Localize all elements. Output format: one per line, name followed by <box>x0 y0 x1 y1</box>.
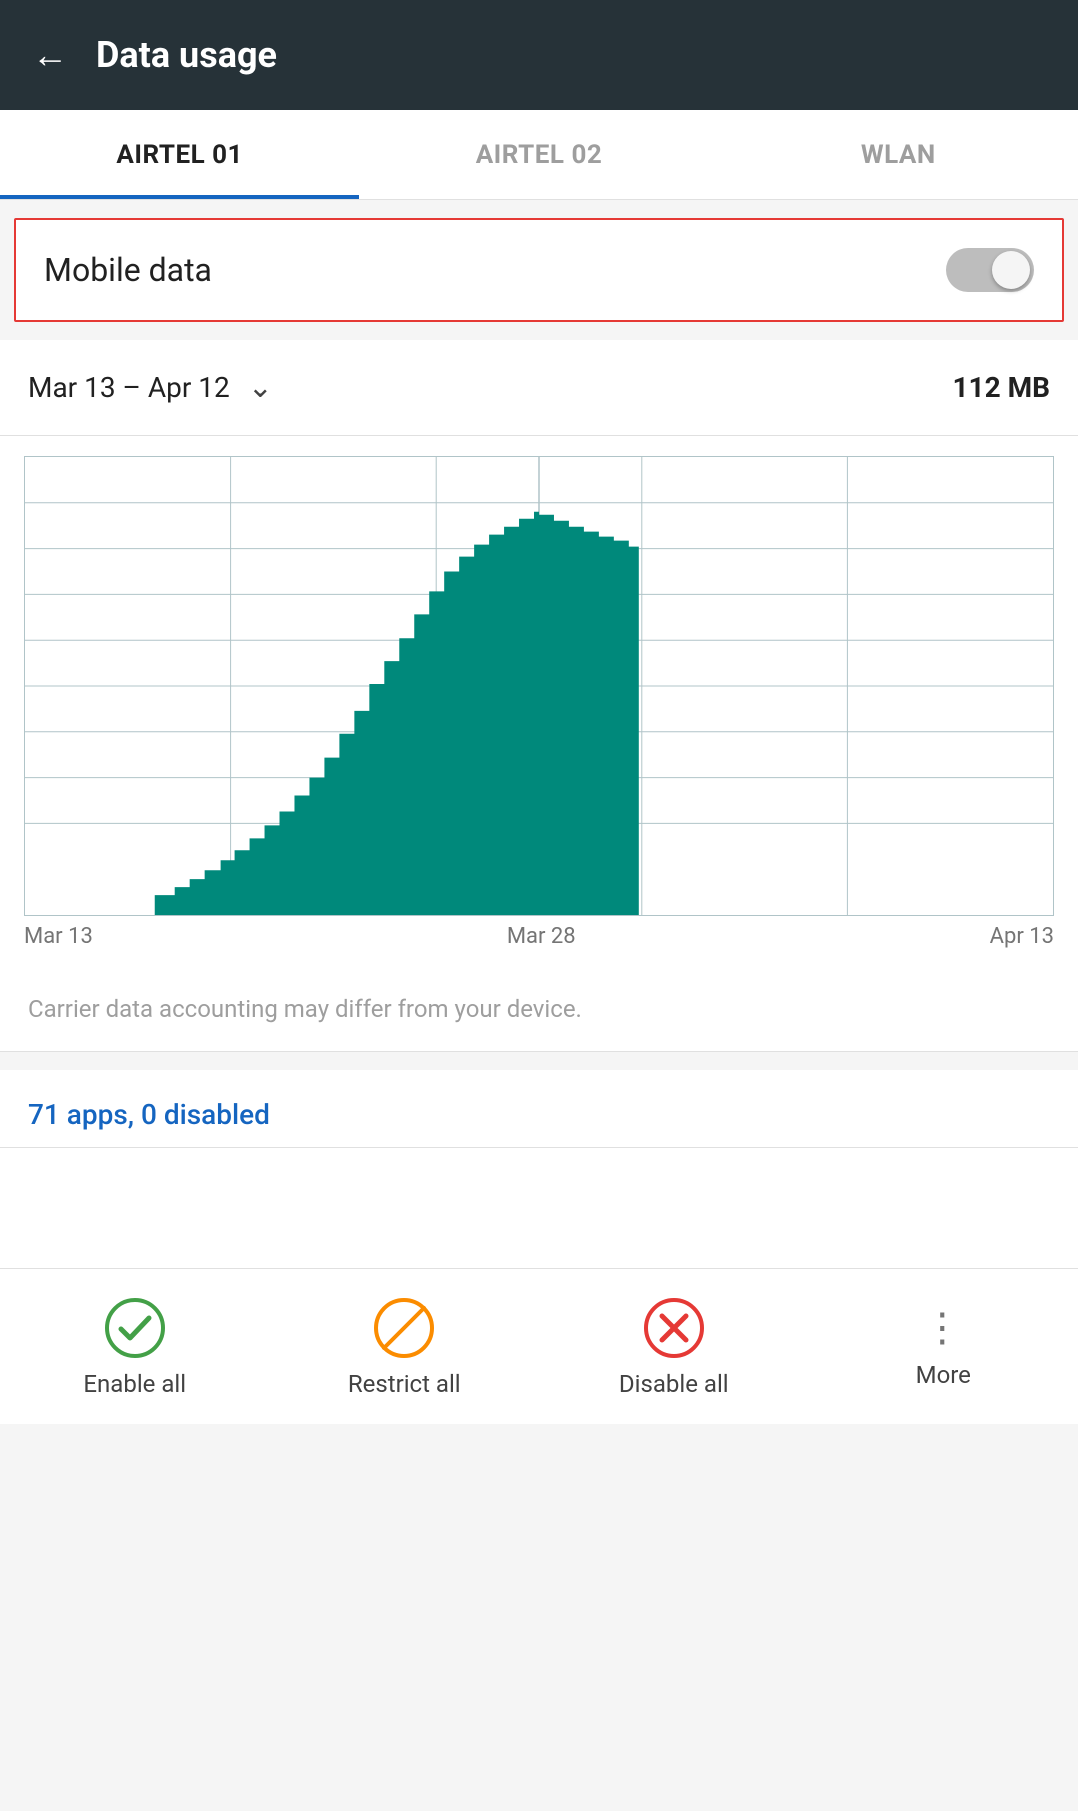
date-range-text: Mar 13 – Apr 12 <box>28 371 230 404</box>
apps-summary: 71 apps, 0 disabled <box>0 1070 1078 1147</box>
carrier-note: Carrier data accounting may differ from … <box>0 975 1078 1052</box>
apps-list-area <box>0 1148 1078 1268</box>
tab-airtel01[interactable]: AIRTEL 01 <box>0 110 359 199</box>
tabs-bar: AIRTEL 01 AIRTEL 02 WLAN <box>0 110 1078 200</box>
dots-vertical-icon: ⋮ <box>922 1304 964 1351</box>
x-circle-icon <box>642 1296 706 1360</box>
more-button[interactable]: ⋮ More <box>809 1269 1078 1424</box>
tab-airtel02[interactable]: AIRTEL 02 <box>359 110 718 199</box>
disable-all-button[interactable]: Disable all <box>539 1269 809 1424</box>
spacer <box>0 1052 1078 1070</box>
chevron-down-icon: ⌄ <box>248 370 273 405</box>
mobile-data-toggle[interactable] <box>946 248 1034 292</box>
chart-container: Mar 13 Mar 28 Apr 13 <box>0 436 1078 975</box>
chart-labels: Mar 13 Mar 28 Apr 13 <box>24 916 1054 965</box>
disable-all-label: Disable all <box>619 1370 729 1398</box>
chart-label-mid: Mar 28 <box>507 924 576 949</box>
restrict-all-button[interactable]: Restrict all <box>270 1269 540 1424</box>
header: ← Data usage <box>0 0 1078 110</box>
toggle-knob <box>992 251 1030 289</box>
enable-all-label: Enable all <box>83 1370 186 1398</box>
mobile-data-label: Mobile data <box>44 251 212 289</box>
apps-count: 71 apps, 0 disabled <box>28 1098 270 1131</box>
chart-label-start: Mar 13 <box>24 924 93 949</box>
bottom-action-bar: Enable all Restrict all Disable all ⋮ Mo… <box>0 1268 1078 1424</box>
chart-wrapper <box>24 456 1054 916</box>
date-range-row[interactable]: Mar 13 – Apr 12 ⌄ 112 MB <box>0 340 1078 436</box>
back-button[interactable]: ← <box>32 34 68 76</box>
enable-all-button[interactable]: Enable all <box>0 1269 270 1424</box>
data-size: 112 MB <box>952 371 1050 404</box>
ban-circle-icon <box>372 1296 436 1360</box>
mobile-data-row: Mobile data <box>14 218 1064 322</box>
data-chart <box>25 457 1053 915</box>
chart-label-end: Apr 13 <box>990 924 1054 949</box>
tab-wlan[interactable]: WLAN <box>719 110 1078 199</box>
page-title: Data usage <box>96 34 277 76</box>
check-circle-icon <box>103 1296 167 1360</box>
restrict-all-label: Restrict all <box>348 1370 461 1398</box>
more-label: More <box>916 1361 971 1389</box>
